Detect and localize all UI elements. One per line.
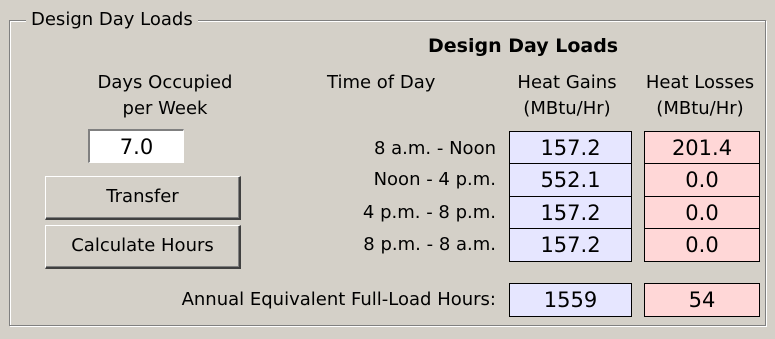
row-time-label: 4 p.m. - 8 p.m. <box>362 202 496 223</box>
annual-hours-label: Annual Equivalent Full-Load Hours: <box>181 289 496 310</box>
days-occupied-label-line2: per Week <box>122 98 208 119</box>
days-occupied-input[interactable]: 7.0 <box>88 129 184 163</box>
days-occupied-label: Days Occupied per Week <box>50 70 280 122</box>
annual-heat-gain-hours[interactable]: 1559 <box>509 283 632 317</box>
heat-loss-field[interactable]: 0.0 <box>644 228 760 262</box>
transfer-button[interactable]: Transfer <box>45 176 241 220</box>
calculate-hours-button[interactable]: Calculate Hours <box>45 225 241 269</box>
heat-losses-header: Heat Losses (MBtu/Hr) <box>635 70 765 122</box>
row-time-label: 8 p.m. - 8 a.m. <box>363 234 496 255</box>
heat-gains-header-line1: Heat Gains <box>517 72 617 93</box>
groupbox-label: Design Day Loads <box>26 8 198 32</box>
heat-gain-field[interactable]: 157.2 <box>509 196 632 230</box>
row-time-label: 8 a.m. - Noon <box>373 138 496 159</box>
heat-losses-header-line2: (MBtu/Hr) <box>656 98 744 119</box>
heat-gain-field[interactable]: 157.2 <box>509 228 632 262</box>
heat-gains-header: Heat Gains (MBtu/Hr) <box>502 70 632 122</box>
heat-losses-header-line1: Heat Losses <box>645 72 755 93</box>
heat-gain-field[interactable]: 552.1 <box>509 163 632 197</box>
time-of-day-header: Time of Day <box>327 72 436 93</box>
heat-loss-field[interactable]: 0.0 <box>644 196 760 230</box>
heat-loss-field[interactable]: 0.0 <box>644 163 760 197</box>
days-occupied-label-line1: Days Occupied <box>97 72 233 93</box>
heat-gain-field[interactable]: 157.2 <box>509 131 632 165</box>
annual-heat-loss-hours[interactable]: 54 <box>644 283 760 317</box>
heat-gains-header-line2: (MBtu/Hr) <box>523 98 611 119</box>
table-title: Design Day Loads <box>428 35 619 57</box>
heat-loss-field[interactable]: 201.4 <box>644 131 760 165</box>
row-time-label: Noon - 4 p.m. <box>373 169 496 190</box>
